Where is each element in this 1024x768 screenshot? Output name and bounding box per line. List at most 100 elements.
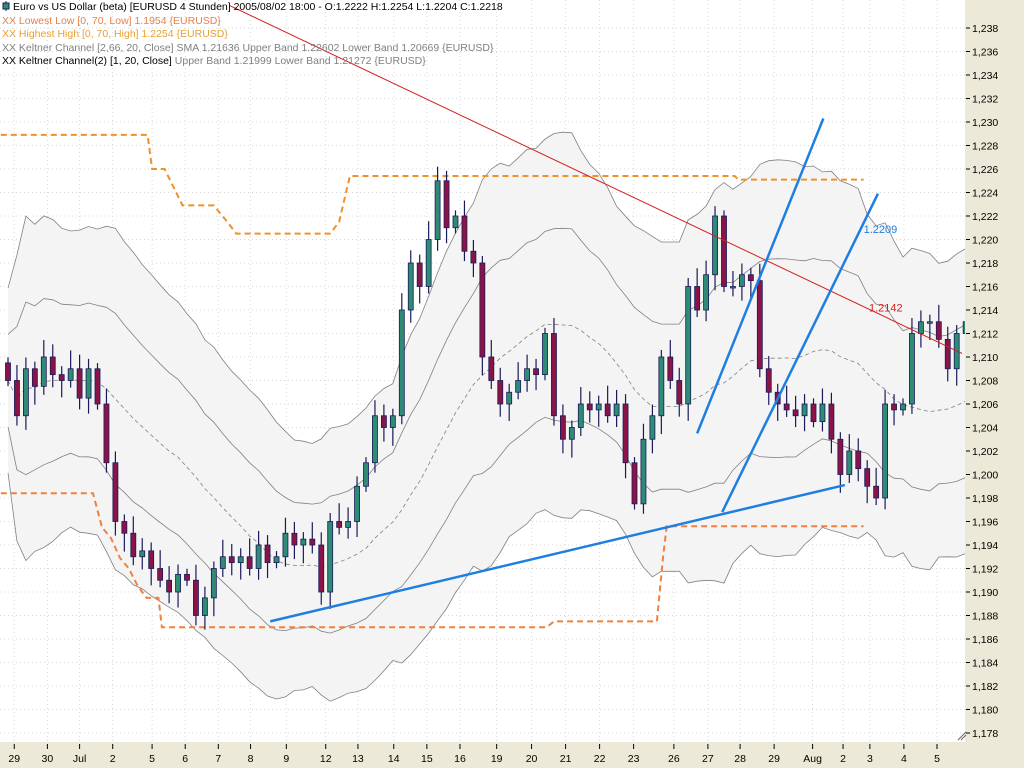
candle-body	[497, 380, 504, 405]
candle-body	[479, 262, 486, 358]
candle-body	[730, 286, 736, 289]
y-tick-label: 1,204	[972, 423, 998, 435]
candle-body	[524, 368, 530, 381]
candle-body	[309, 538, 316, 546]
y-tick-label: 1,212	[972, 329, 998, 341]
candle-body	[67, 368, 74, 381]
candle-body	[336, 521, 343, 528]
candle-body	[747, 274, 754, 282]
candle-body	[703, 274, 709, 311]
candle-body	[667, 356, 674, 381]
x-tick-label: Jul	[73, 753, 86, 765]
candle-body	[166, 579, 173, 593]
candle-body	[649, 415, 656, 440]
candle-body	[416, 262, 423, 287]
x-tick-label: 2	[840, 753, 846, 765]
candle-body	[622, 403, 629, 464]
candle-body	[121, 521, 128, 534]
candle-body	[935, 321, 942, 340]
y-tick-label: 1,196	[972, 517, 998, 529]
x-tick-label: 13	[352, 753, 364, 765]
candle-body	[425, 239, 432, 287]
candle-body	[721, 215, 727, 287]
candle-body	[58, 374, 65, 381]
candle-body	[49, 356, 56, 376]
candle-icon	[2, 1, 10, 11]
candle-body	[318, 544, 325, 593]
y-tick-label: 1,232	[972, 94, 998, 106]
candle-body	[739, 274, 745, 287]
x-tick-label: Aug	[803, 753, 822, 765]
candle-body	[685, 286, 692, 405]
candle-body	[891, 403, 897, 411]
y-tick-label: 1,222	[972, 211, 998, 223]
x-tick-label: 30	[42, 753, 54, 765]
candle-body	[103, 403, 110, 464]
legend-title-row: Euro vs US Dollar (beta) [EURUSD 4 Stund…	[2, 1, 503, 15]
candle-body	[918, 321, 924, 334]
y-tick-label: 1,230	[972, 117, 998, 129]
price-chart[interactable]: 1.2142 1.2209 1,178 1,180 1,182 1,184 1,186 1,…	[0, 0, 1024, 768]
legend-keltner-2-name: XX Keltner Channel(2) [1, 20, Close]	[2, 55, 172, 67]
candle-body	[148, 550, 155, 569]
candle-body	[14, 380, 20, 417]
red-trendline-label: 1.2142	[869, 303, 903, 315]
legend-keltner-2-values: Upper Band 1.21999 Lower Band 1.21272 {E…	[174, 55, 426, 67]
candle-body	[85, 368, 92, 399]
candle-body	[31, 368, 38, 387]
candle-body	[783, 403, 790, 411]
candle-body	[389, 415, 396, 428]
x-tick-label: 9	[283, 753, 289, 765]
x-tick-label: 21	[560, 753, 572, 765]
x-tick-label: 12	[320, 753, 332, 765]
legend-keltner-1: XX Keltner Channel [2,66, 20, Close] SMA…	[2, 41, 494, 54]
candle-body	[76, 368, 83, 399]
candle-body	[882, 403, 888, 499]
legend-lowest-low: XX Lowest Low [0, 70, Low] 1.1954 {EURUS…	[2, 14, 221, 27]
candle-body	[452, 215, 459, 229]
candle	[631, 457, 638, 510]
y-tick-label: 1,184	[972, 658, 998, 670]
candle-body	[568, 427, 575, 440]
candle-body	[94, 368, 101, 405]
x-tick-label: 3	[867, 753, 873, 765]
x-tick-label: 4	[901, 753, 907, 765]
candle	[721, 210, 727, 293]
x-tick-label: 8	[248, 753, 254, 765]
x-tick-label: 27	[702, 753, 714, 765]
candle-body	[246, 556, 253, 569]
y-tick-label: 1,180	[972, 705, 998, 717]
candle-body	[604, 403, 611, 417]
y-tick-label: 1,194	[972, 540, 998, 552]
candle-body	[756, 280, 763, 370]
x-tick-label: 29	[768, 753, 780, 765]
x-tick-label: 22	[594, 753, 606, 765]
candle-body	[219, 556, 226, 569]
candle-body	[112, 462, 119, 522]
x-tick-label: 28	[734, 753, 746, 765]
x-tick-label: 2	[110, 753, 116, 765]
y-tick-label: 1,192	[972, 564, 998, 576]
candle-body	[327, 521, 334, 593]
candle	[551, 317, 557, 426]
y-tick-label: 1,188	[972, 611, 998, 623]
candle-body	[201, 597, 208, 616]
candle-body	[470, 250, 477, 264]
y-tick-label: 1,216	[972, 282, 998, 294]
candle-body	[22, 368, 29, 417]
candle-body	[398, 309, 405, 417]
candle-body	[130, 532, 137, 558]
y-tick-label: 1,220	[972, 235, 998, 247]
y-tick-label: 1,228	[972, 141, 998, 153]
candle-body	[380, 415, 387, 428]
candle	[882, 389, 888, 510]
y-tick-label: 1,210	[972, 352, 998, 364]
candle-body	[5, 362, 11, 381]
candle-body	[640, 438, 647, 505]
x-tick-label: 19	[491, 753, 503, 765]
x-tick-label: 15	[421, 753, 433, 765]
candle-body	[300, 538, 307, 546]
candle-body	[819, 403, 826, 423]
legend-keltner-2: XX Keltner Channel(2) [1, 20, Close] Upp…	[2, 55, 503, 69]
y-tick-label: 1,178	[972, 728, 998, 740]
